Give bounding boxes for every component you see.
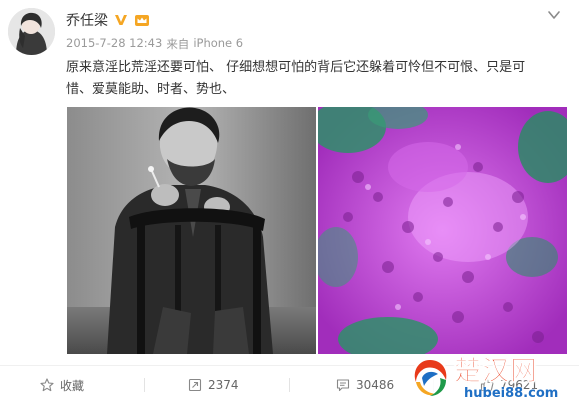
repost-icon (188, 378, 202, 392)
avatar-photo (8, 8, 55, 55)
photo-color-powder-crowd[interactable] (318, 107, 567, 354)
post-text-line: 惜、爱莫能助、时者、势也、 (66, 82, 236, 97)
star-icon (40, 378, 54, 392)
avatar[interactable] (8, 8, 55, 55)
watermark-url: hubei88.com (464, 386, 559, 401)
post-source: iPhone 6 (193, 36, 244, 50)
chevron-down-icon[interactable] (546, 8, 562, 22)
comment-count: 30486 (356, 378, 395, 392)
photo-man-smoking-image (67, 107, 316, 354)
user-info: 乔任梁 (66, 10, 150, 30)
post-text: 原来意淫比荒淫还要可怕、 仔细想想可怕的背后它还躲着可怜但不可恨、只是可 惜、爱… (66, 57, 566, 101)
divider (289, 378, 290, 392)
favorite-button[interactable]: 收藏 (40, 376, 84, 394)
weibo-post: 乔任梁 2015-7-28 12:43 来自 iPhone 6 原来意淫比荒淫还… (0, 0, 579, 403)
repost-count: 2374 (208, 378, 239, 392)
username[interactable]: 乔任梁 (66, 10, 108, 30)
comment-button[interactable]: 30486 (336, 376, 394, 394)
photo-color-powder-crowd-image (318, 107, 567, 354)
comment-icon (336, 379, 350, 392)
post-timestamp[interactable]: 2015-7-28 12:43 (66, 36, 162, 52)
post-text-line: 原来意淫比荒淫还要可怕、 仔细想想可怕的背后它还躲着可怜但不可恨、只是可 (66, 60, 526, 75)
post-meta: 2015-7-28 12:43 来自 iPhone 6 (66, 36, 243, 52)
post-source-prefix: 来自 (166, 37, 190, 51)
repost-button[interactable]: 2374 (188, 376, 239, 394)
photo-man-smoking[interactable] (67, 107, 316, 354)
favorite-label: 收藏 (60, 378, 85, 393)
watermark-title: 楚汉网 (454, 356, 538, 387)
divider (144, 378, 145, 392)
site-watermark: 楚汉网 hubei88.com (408, 356, 579, 403)
watermark-logo-icon (410, 358, 450, 398)
verified-v-icon (115, 15, 127, 25)
member-crown-icon[interactable] (134, 13, 150, 27)
